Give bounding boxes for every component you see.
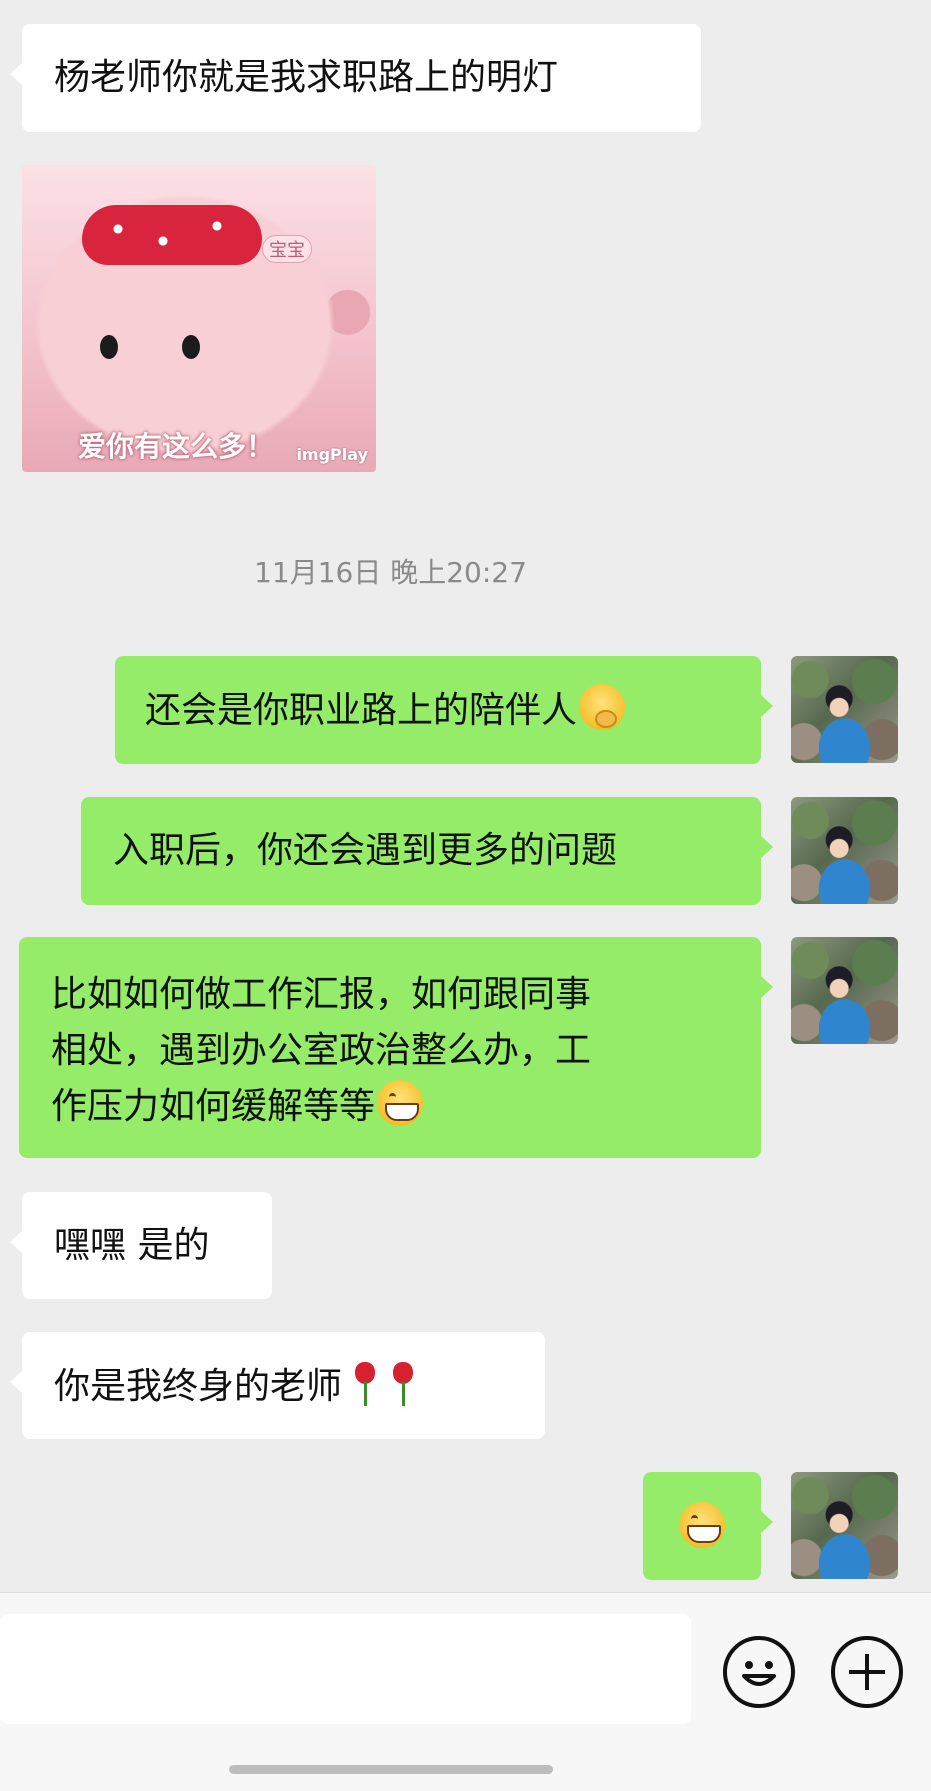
smiley-face-icon[interactable] [723,1636,795,1708]
plus-glyph [849,1654,885,1690]
user-avatar[interactable] [791,797,898,904]
message-text-line: 作压力如何缓解等等 [51,1086,376,1127]
rose-emoji-icon [388,1360,418,1408]
user-avatar[interactable] [791,937,898,1044]
sticker-eye [182,335,200,359]
user-avatar[interactable] [791,656,898,763]
sticker-caption: 爱你有这么多！ [78,430,275,463]
message-text: 还会是你职业路上的陪伴人 [145,690,578,731]
grinning-emoji-icon [377,1080,424,1126]
smiley-face-glyph [742,1661,776,1686]
message-text-line: 相处，遇到办公室政治整么办，工 [51,1030,592,1071]
plus-circle-icon[interactable] [831,1636,903,1708]
outgoing-message-bubble[interactable]: 比如如何做工作汇报，如何跟同事 相处，遇到办公室政治整么办，工 作压力如何缓解等… [19,937,773,1158]
incoming-message-bubble[interactable]: 你是我终身的老师 [10,1332,545,1439]
sticker-watermark: imgPlay [296,445,368,464]
outgoing-message-bubble[interactable]: 入职后，你还会遇到更多的问题 [81,797,773,905]
message-timestamp: 11月16日 晚上20:27 [254,556,527,589]
input-bar [0,1592,931,1791]
sticker-image[interactable]: 宝宝 爱你有这么多！ imgPlay [22,165,376,472]
sticker-bow [82,205,262,265]
message-input[interactable] [0,1614,691,1724]
outgoing-message-bubble[interactable] [643,1472,773,1580]
message-text: 杨老师你就是我求职路上的明灯 [54,57,559,98]
message-text: 你是我终身的老师 [54,1366,343,1407]
message-text: 入职后，你还会遇到更多的问题 [113,830,618,871]
home-indicator[interactable] [229,1765,553,1774]
message-text-line: 比如如何做工作汇报，如何跟同事 [51,974,592,1015]
sticker-eye [100,335,118,359]
incoming-message-bubble[interactable]: 杨老师你就是我求职路上的明灯 [10,24,701,132]
user-avatar[interactable] [791,1472,898,1579]
rose-emoji-icon [350,1360,380,1408]
chat-area[interactable]: 杨老师你就是我求职路上的明灯 宝宝 爱你有这么多！ imgPlay 11月16日… [0,0,931,1592]
incoming-message-bubble[interactable]: 嘿嘿 是的 [10,1192,272,1299]
grinning-emoji-icon [679,1502,725,1548]
outgoing-message-bubble[interactable]: 还会是你职业路上的陪伴人 [115,656,773,764]
message-text: 嘿嘿 是的 [54,1225,210,1266]
sticker-tag: 宝宝 [262,235,312,263]
hand-over-mouth-emoji-icon [579,684,626,730]
